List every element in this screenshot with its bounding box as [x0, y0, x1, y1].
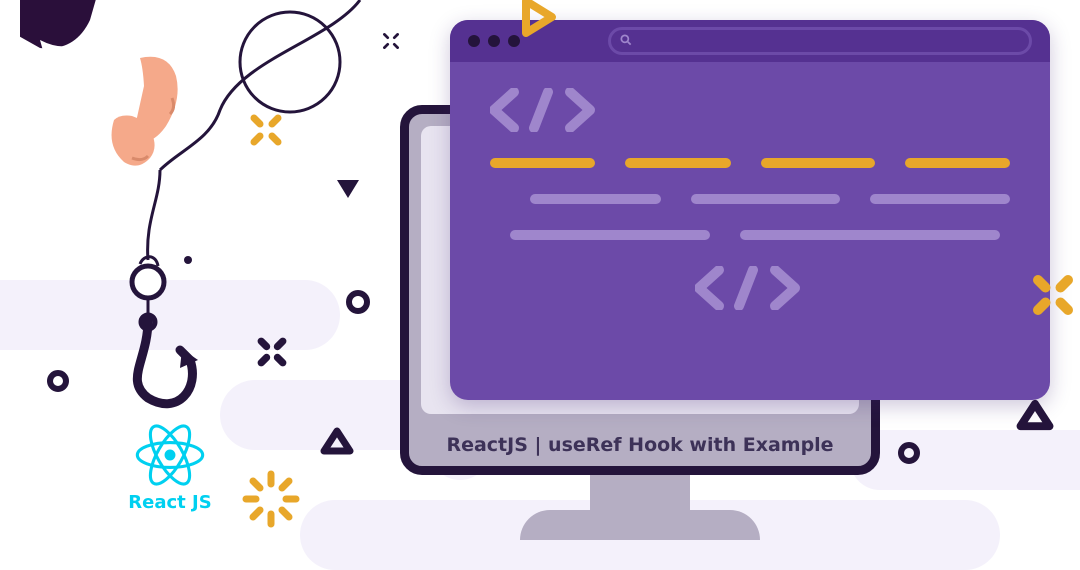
search-icon — [619, 32, 633, 51]
monitor-base — [520, 510, 760, 540]
monitor-caption: ReactJS | useRef Hook with Example — [446, 434, 833, 456]
window-button — [468, 35, 480, 47]
play-triangle-icon — [516, 0, 560, 39]
triangle-outline-icon — [1016, 398, 1054, 432]
circle-outline-icon — [45, 368, 71, 394]
code-line-row — [490, 230, 1010, 240]
react-logo: React JS — [120, 420, 220, 513]
window-button — [488, 35, 500, 47]
sparkle-icon — [1028, 270, 1078, 320]
sparkle-icon — [254, 334, 290, 370]
loading-spinner-icon — [240, 468, 302, 530]
self-closing-tag-icon — [490, 88, 1010, 132]
code-line-row — [490, 158, 1010, 168]
code-window — [450, 20, 1050, 400]
self-closing-tag-icon — [490, 266, 1010, 310]
triangle-down-icon — [335, 178, 361, 200]
hand-illustration — [20, 0, 220, 200]
circle-outline-icon — [344, 288, 372, 316]
react-label: React JS — [120, 492, 220, 513]
triangle-outline-icon — [320, 426, 354, 456]
code-line-row — [490, 194, 1010, 204]
sparkle-icon — [380, 30, 402, 52]
sparkle-icon — [246, 110, 286, 150]
monitor-bezel: ReactJS | useRef Hook with Example — [409, 424, 871, 466]
circle-outline-icon — [896, 440, 922, 466]
monitor-stand — [590, 475, 690, 515]
search-bar — [608, 27, 1032, 55]
code-body — [450, 62, 1050, 330]
